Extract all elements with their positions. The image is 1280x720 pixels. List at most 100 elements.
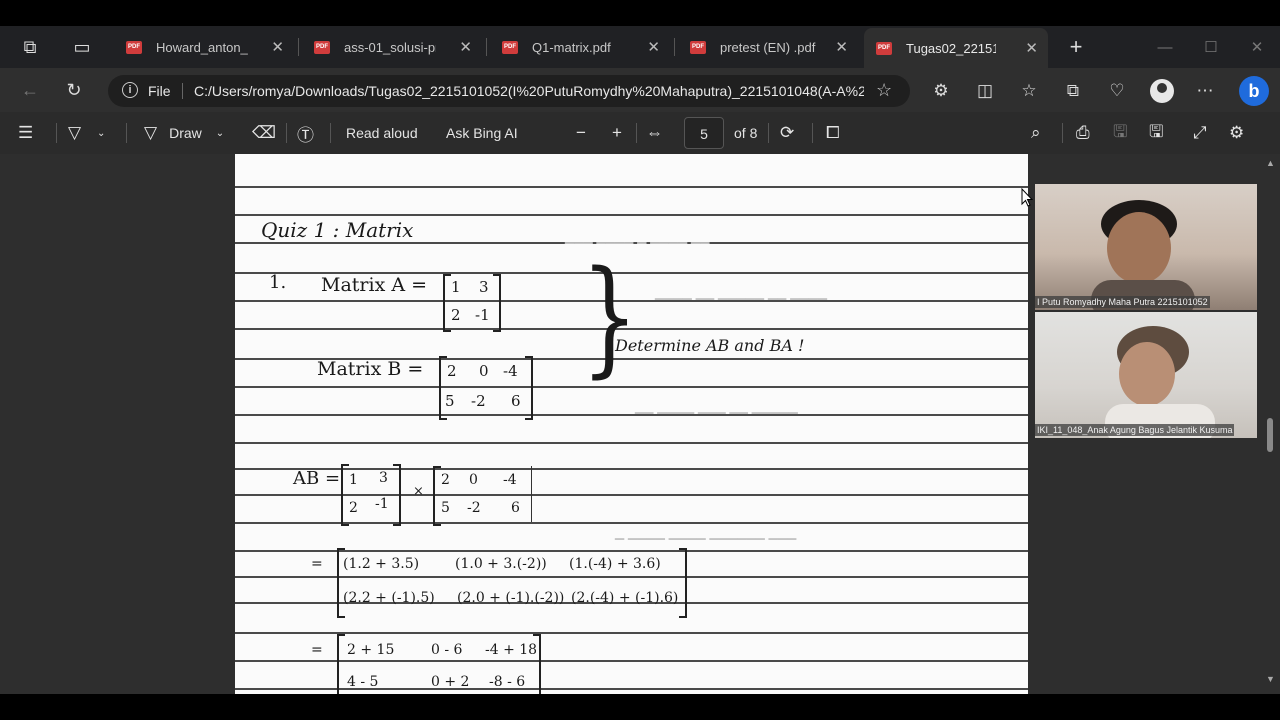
expansion-cell: (2.(-4) + (-1).6) [571,590,679,606]
sum-cell: -8 - 6 [489,674,526,690]
tab-label: Tugas02_221510 [906,40,996,56]
divider [768,123,769,143]
back-icon[interactable]: ← [18,78,42,102]
zoom-in-icon[interactable]: + [612,122,622,144]
ruled-line [235,442,1028,444]
address-bar[interactable]: i File C:/Users/romya/Downloads/Tugas02_… [108,75,910,107]
save-as-icon[interactable]: 🖫 [1149,122,1163,144]
tab-howard-anton[interactable]: PDF Howard_anton_li ✕ [114,30,294,64]
tab-ass-01-solusi[interactable]: PDF ass-01_solusi-pre ✕ [302,30,482,64]
profile-avatar[interactable] [1150,79,1174,103]
workspaces-icon[interactable]: ⧉ [18,35,42,59]
chevron-down-icon[interactable]: ⌄ [97,122,105,144]
participant-video[interactable]: IKI_11_048_Anak Agung Bagus Jelantik Kus… [1035,312,1257,438]
matrix-a-cell: -1 [375,496,389,512]
pdf-file-icon: PDF [876,41,892,55]
draw-button[interactable]: ▽ Draw ⌄ [144,122,224,144]
quiz-heading: Quiz 1 : Matrix [261,218,414,242]
tab-pretest[interactable]: PDF pretest (EN) .pdf ✕ [678,30,858,64]
save-icon[interactable]: 🖫 [1113,122,1127,144]
scroll-down-icon[interactable]: ▼ [1266,674,1275,684]
vertical-scrollbar[interactable]: ▲ ▼ [1262,154,1280,694]
new-tab-icon[interactable]: + [1064,34,1088,59]
bing-chat-icon[interactable]: b [1239,76,1269,106]
tab-actions-icon[interactable]: ▭ [70,35,94,59]
divider [182,83,183,99]
add-text-icon[interactable]: Ⓣ [297,122,314,145]
page-total: of 8 [734,125,758,141]
read-aloud-button[interactable]: Read aloud [346,122,418,144]
close-icon[interactable]: ✕ [835,38,848,56]
problem-number: 1. [269,272,287,293]
divider [126,123,127,143]
mouse-cursor [1021,188,1033,207]
pdf-page: ▁▁ ▁▁▁▁ ▁ ▁▁▁▁ ▁▁▁ ▁▁▁▁ ▁▁ ▁▁▁▁▁ ▁▁ ▁▁▁▁… [235,154,1028,694]
instruction-text: Determine AB and BA ! [615,336,805,355]
matrix-bracket [493,274,501,332]
scroll-up-icon[interactable]: ▲ [1266,158,1275,168]
extensions-icon[interactable]: ⚙ [930,80,952,102]
fullscreen-icon[interactable]: ⤢ [1193,122,1207,144]
minimize-icon[interactable]: — [1142,26,1188,68]
close-icon[interactable]: ✕ [1025,39,1038,57]
matrix-b-cell: 0 [479,362,489,380]
close-icon[interactable]: ✕ [459,38,472,56]
matrix-bracket [433,466,441,526]
url-text[interactable]: C:/Users/romya/Downloads/Tugas02_2215101… [194,83,864,99]
info-icon[interactable]: i [122,82,138,98]
ask-bing-button[interactable]: Ask Bing AI [446,122,518,144]
split-screen-icon[interactable]: ◫ [974,80,996,102]
matrix-a-cell: 1 [451,278,461,296]
tab-q1-matrix[interactable]: PDF Q1-matrix.pdf ✕ [490,30,670,64]
matrix-bracket [393,464,401,526]
matrix-b-cell: 2 [447,362,457,380]
matrix-a-cell: -1 [475,306,490,324]
highlight-icon[interactable]: ▽ [68,122,81,144]
matrix-bracket [525,356,533,420]
refresh-icon[interactable]: ↻ [62,78,86,102]
page-number-input[interactable]: 5 [684,117,724,149]
search-icon[interactable]: ⌕ [1031,122,1041,144]
pen-icon: ▽ [144,123,158,142]
bleed-through-text: ▁▁ ▁▁▁▁ ▁ ▁▁▁▁ ▁▁▁ [565,230,710,244]
close-icon[interactable]: ✕ [647,38,660,56]
chevron-down-icon[interactable]: ⌄ [216,128,224,139]
divider [812,123,813,143]
matrix-a-cell: 3 [479,278,489,296]
collections-icon[interactable]: ⧉ [1062,80,1084,102]
close-icon[interactable]: ✕ [271,38,284,56]
fit-page-icon[interactable]: ⇔ [646,122,663,144]
contents-icon[interactable]: ☰ [18,122,33,144]
close-window-icon[interactable]: ✕ [1234,26,1280,68]
divider [330,123,331,143]
scheme-label: File [148,83,171,99]
favorite-star-icon[interactable]: ☆ [876,80,892,101]
browser-essentials-icon[interactable]: ♡ [1106,80,1128,102]
tab-tugas02[interactable]: PDF Tugas02_221510 ✕ [864,28,1048,68]
expansion-cell: (2.2 + (-1).5) [343,590,435,606]
tab-divider [298,38,299,56]
zoom-out-icon[interactable]: − [576,122,586,144]
matrix-b-cell: 6 [511,500,520,516]
more-icon[interactable]: ⋯ [1194,80,1216,102]
sum-cell: 4 - 5 [347,674,379,690]
participant-name: IKI_11_048_Anak Agung Bagus Jelantik Kus… [1035,424,1235,436]
print-icon[interactable]: ⎙ [1076,122,1090,144]
matrix-a-cell: 2 [451,306,461,324]
ruled-line [235,550,1028,552]
page-view-icon[interactable]: ⧠ [826,122,840,144]
ab-label: AB = [293,468,341,489]
scrollbar-thumb[interactable] [1267,418,1273,452]
favorites-icon[interactable]: ☆ [1018,80,1040,102]
expansion-cell: (1.2 + 3.5) [343,556,420,572]
rotate-icon[interactable]: ⟳ [780,122,794,144]
eraser-icon[interactable]: ⌫ [252,122,276,144]
settings-gear-icon[interactable]: ⚙ [1229,122,1244,144]
ruled-line [235,522,1028,524]
expansion-cell: (1.0 + 3.(-2)) [455,556,547,572]
ruled-line [235,494,1028,496]
maximize-icon[interactable]: ☐ [1188,26,1234,68]
matrix-bracket [341,464,349,526]
participant-video[interactable]: I Putu Romyadhy Maha Putra 2215101052 [1035,184,1257,310]
tab-label: ass-01_solusi-pre [344,39,436,55]
